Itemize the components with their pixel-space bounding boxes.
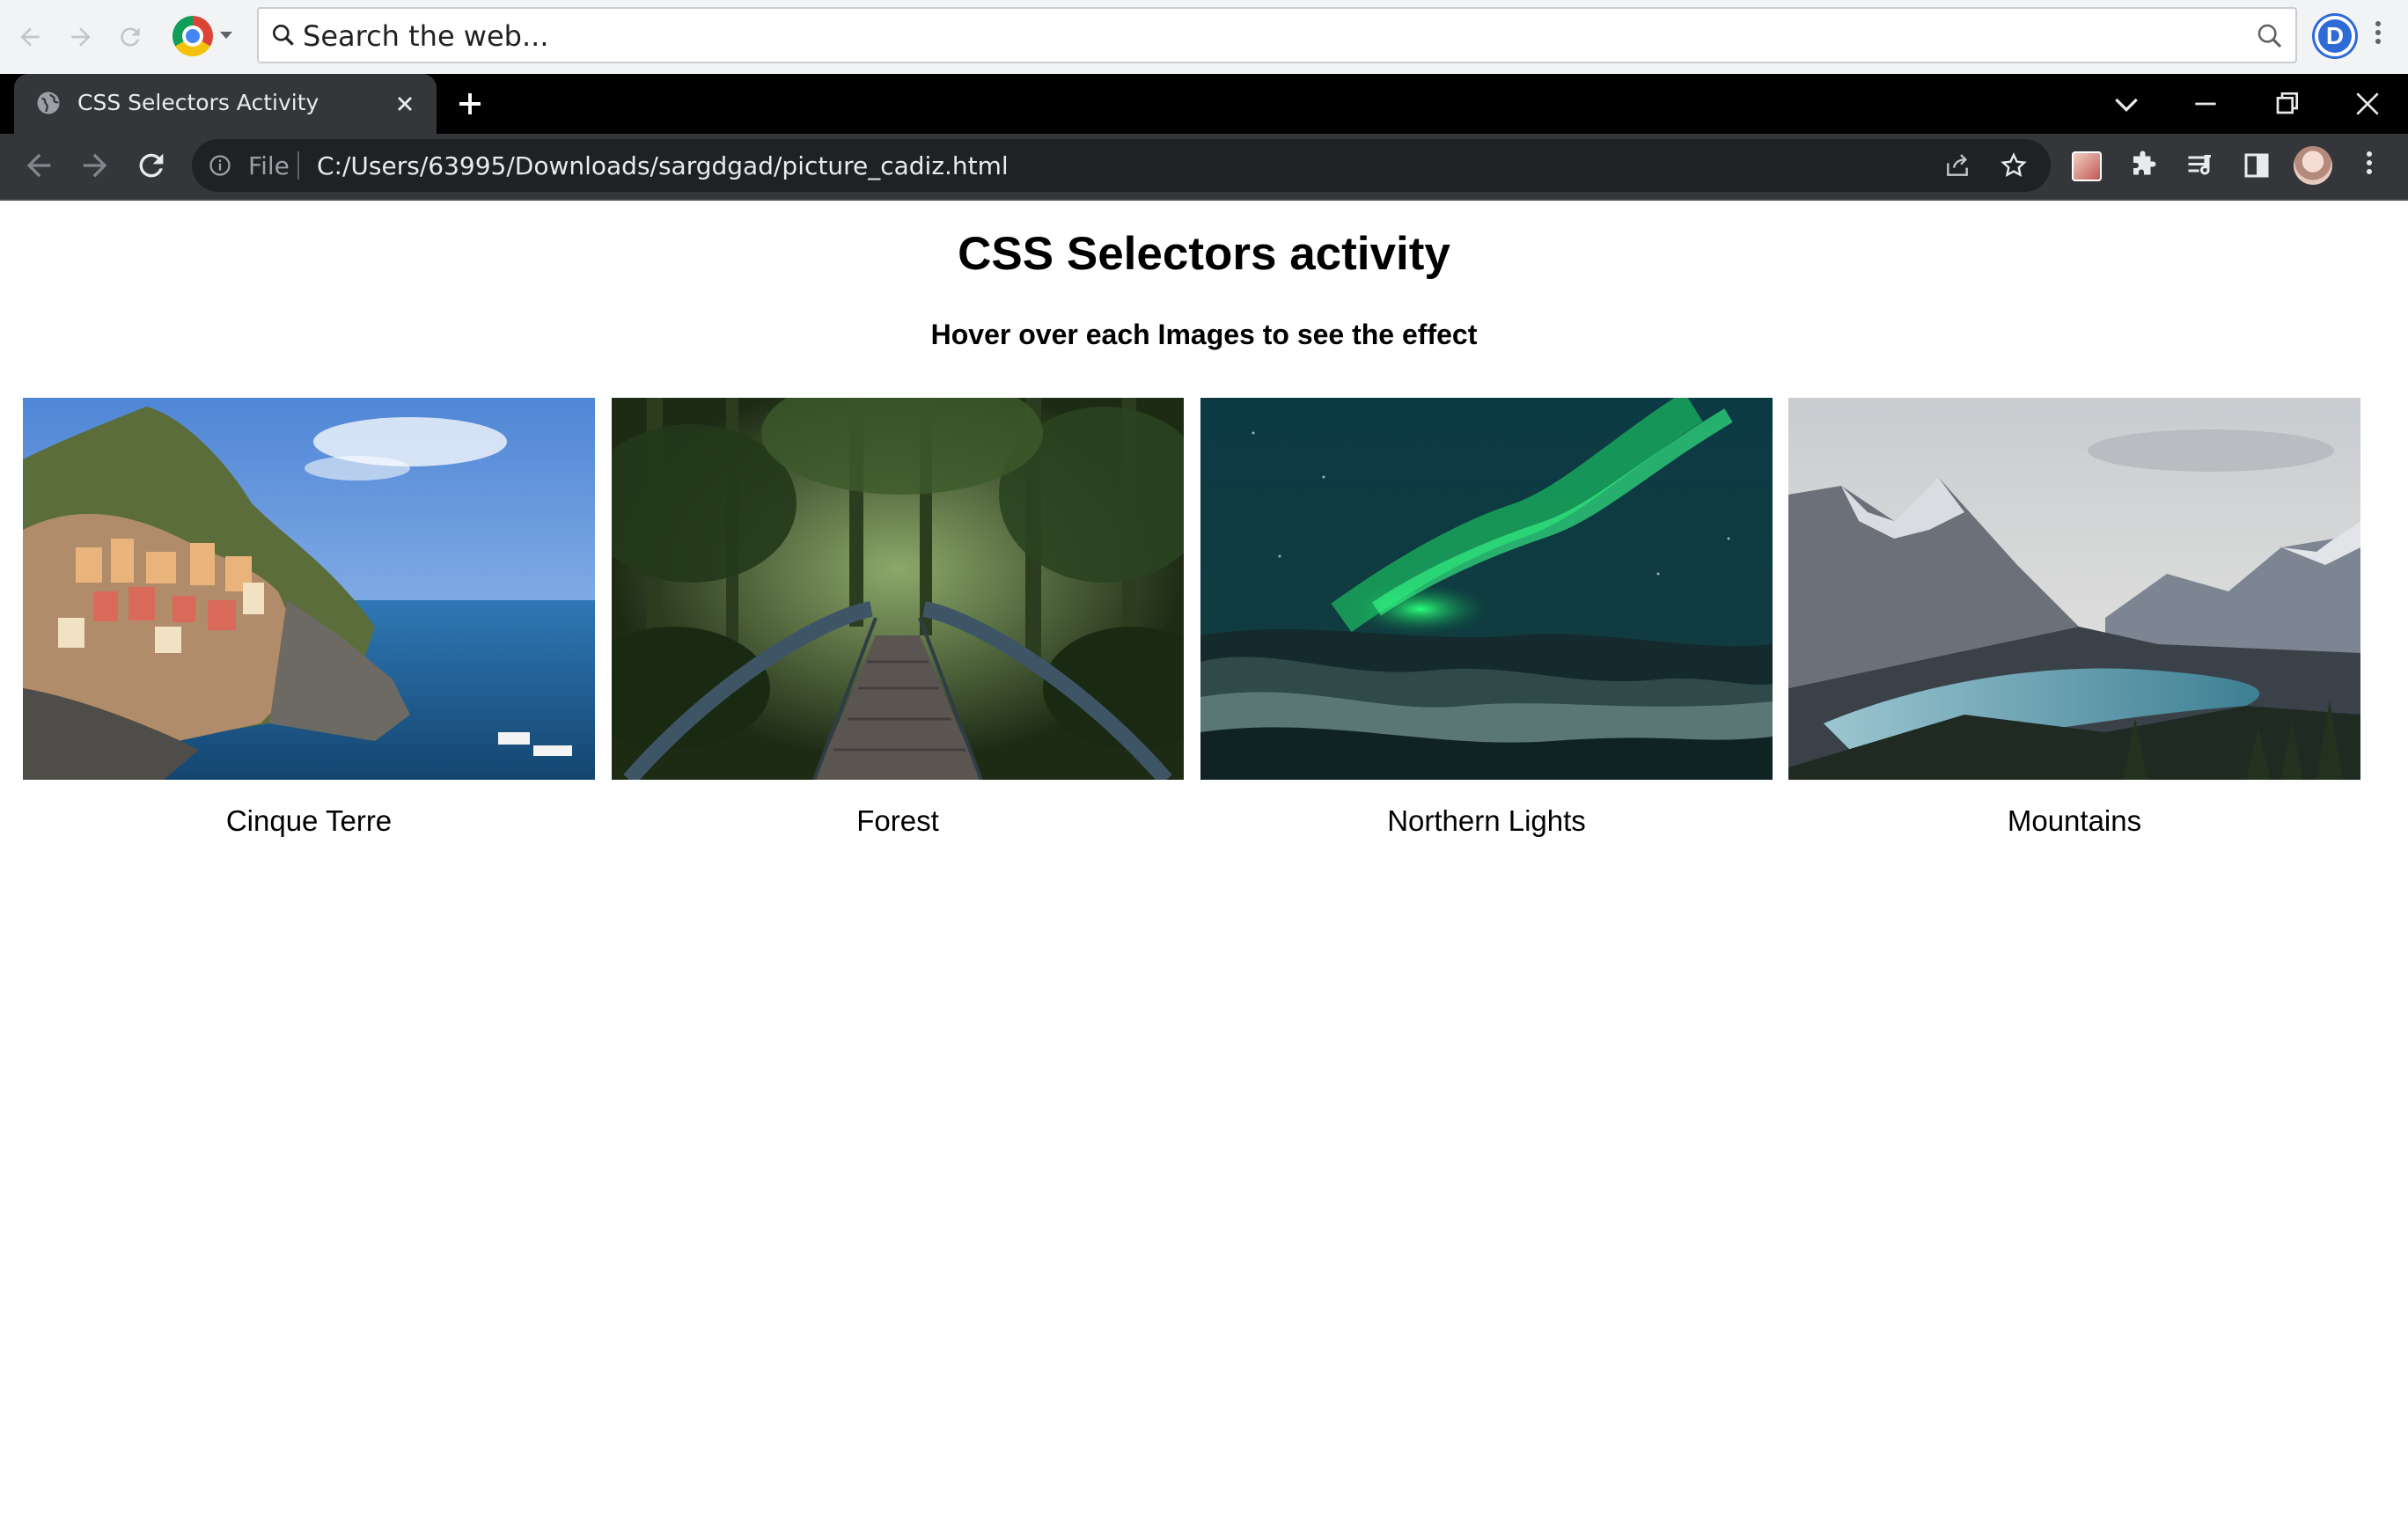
search-icon [273,24,294,46]
profile-avatar[interactable] [2294,146,2332,185]
mountain-lake-image[interactable] [1788,398,2360,780]
tab-title: CSS Selectors Activity [77,90,319,115]
web-search-placeholder: Search the web... [303,19,549,53]
extensions-puzzle-icon[interactable] [2128,150,2160,181]
reload-icon[interactable] [109,16,151,58]
gallery-caption: Mountains [2007,804,2142,837]
extension-image-icon[interactable] [2072,151,2102,181]
forest-bridge-image[interactable] [612,398,1184,780]
media-queue-icon[interactable] [2184,150,2216,181]
forward-icon[interactable] [77,148,113,183]
aurora-image[interactable] [1200,398,1773,780]
scheme-label: File [248,151,290,180]
chevron-down-icon[interactable] [220,32,232,39]
page-subtitle: Hover over each Images to see the effect [930,319,1478,350]
gallery-card-mountains[interactable]: Mountains [1788,398,2360,838]
minimize-icon[interactable] [2188,86,2223,121]
web-search-input[interactable]: Search the web... [257,7,2297,63]
top-search-bar: Search the web... D [0,0,2408,74]
close-window-icon[interactable] [2350,86,2385,121]
more-menu-icon[interactable] [2369,18,2387,56]
chrome-logo-icon[interactable] [173,16,213,56]
gallery-card-forest[interactable]: Forest [612,398,1184,838]
forward-icon[interactable] [60,16,102,58]
image-gallery: Cinque Terre Forest Northern Lights Moun… [23,398,2360,855]
gallery-caption: Northern Lights [1387,804,1586,837]
coastal-village-image[interactable] [23,398,595,780]
back-icon[interactable] [9,16,51,58]
address-url[interactable]: C:/Users/63995/Downloads/sargdgad/pictur… [317,151,1009,180]
chrome-menu-icon[interactable] [2360,148,2378,187]
tab-search-chevron-icon[interactable] [2109,86,2144,121]
account-avatar[interactable]: D [2315,16,2355,56]
gallery-card-cinque-terre[interactable]: Cinque Terre [23,398,595,838]
gallery-caption: Cinque Terre [225,804,393,837]
globe-icon [37,92,60,114]
info-icon[interactable] [208,153,232,178]
share-icon[interactable] [1943,151,1971,180]
tab-strip: CSS Selectors Activity [0,74,2408,134]
browser-toolbar: File C:/Users/63995/Downloads/sargdgad/p… [0,134,2408,199]
bookmark-star-icon[interactable] [2000,151,2028,180]
back-icon[interactable] [21,148,56,183]
side-panel-icon[interactable] [2241,150,2272,181]
address-bar[interactable]: File C:/Users/63995/Downloads/sargdgad/p… [192,139,2051,192]
new-tab-icon[interactable] [454,88,486,120]
address-separator [297,151,299,180]
tab-css-selectors-activity[interactable]: CSS Selectors Activity [14,74,437,134]
toolbar-divider [0,199,2408,201]
restore-icon[interactable] [2269,86,2304,121]
gallery-caption: Forest [856,804,939,837]
page-title: CSS Selectors activity [958,228,1450,280]
close-tab-icon[interactable] [393,92,417,116]
gallery-card-northern-lights[interactable]: Northern Lights [1200,398,1773,838]
zoom-search-icon[interactable] [2255,21,2285,51]
reload-icon[interactable] [134,148,169,183]
